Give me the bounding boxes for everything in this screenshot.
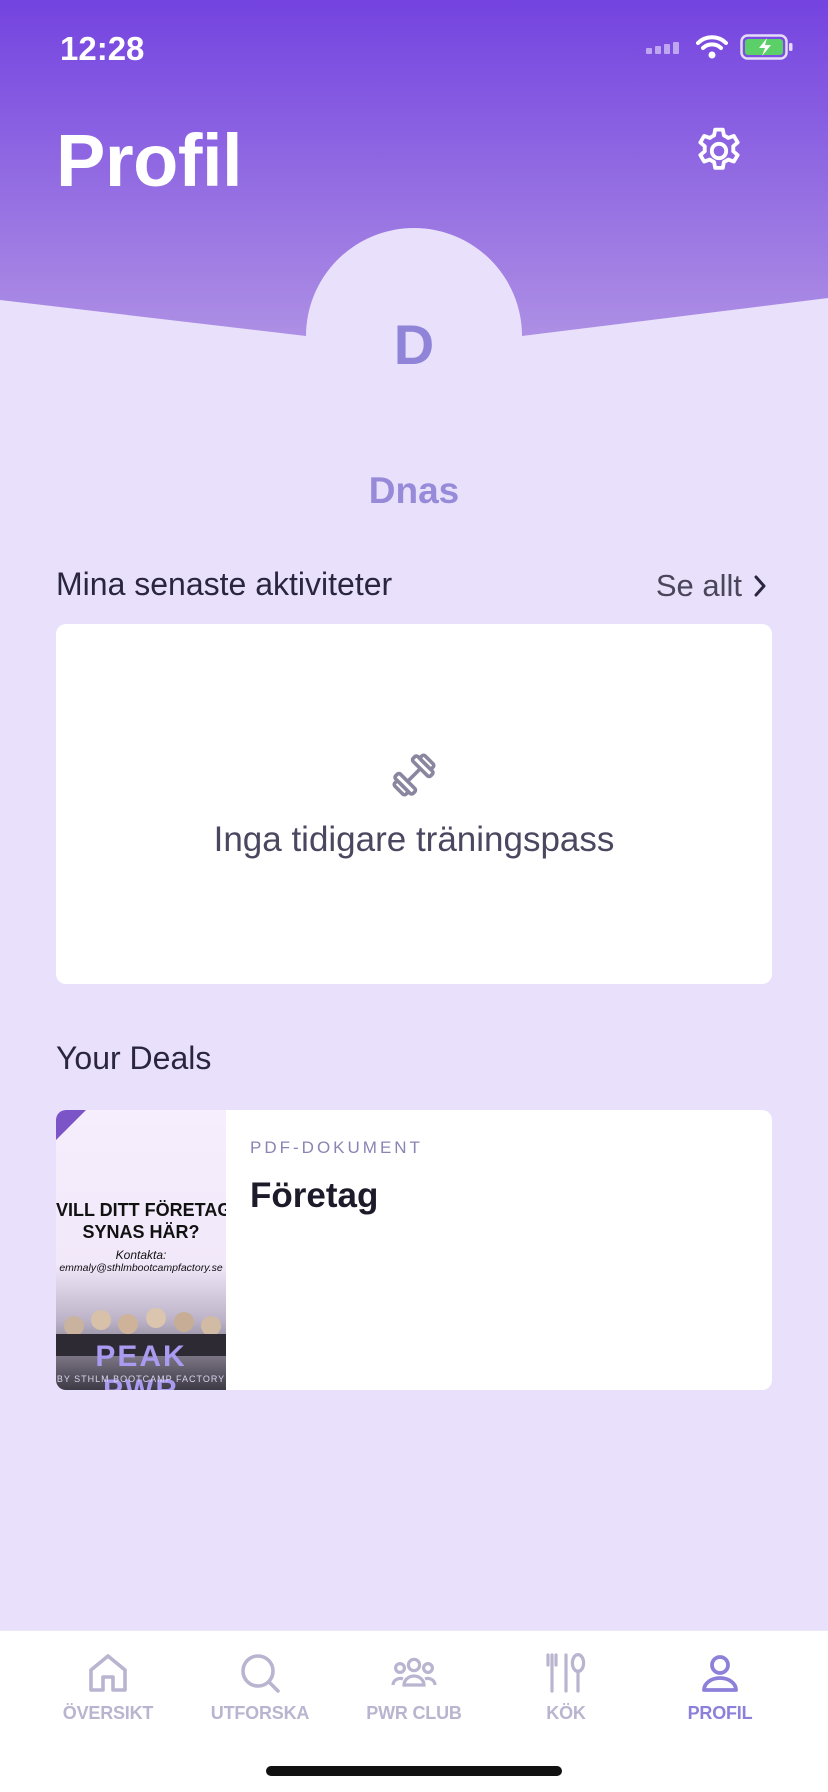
- battery-icon: [740, 34, 793, 60]
- deals-title: Your Deals: [56, 1040, 212, 1076]
- tab-label: PWR CLUB: [366, 1703, 462, 1723]
- thumbnail-brand-sub: BY STHLM BOOTCAMP FACTORY: [56, 1374, 226, 1384]
- wifi-icon: [696, 35, 728, 59]
- profile-header: 12:28 Profil: [0, 0, 828, 360]
- activities-title: Mina senaste aktiviteter: [56, 566, 393, 602]
- deal-title: Företag: [250, 1176, 379, 1215]
- signal-icon: [646, 42, 679, 54]
- tab-oversikt[interactable]: ÖVERSIKT: [38, 1649, 178, 1739]
- thumbnail-contact-email: emmaly@sthlmbootcampfactory.se: [59, 1262, 223, 1274]
- home-icon: [89, 1654, 127, 1692]
- settings-button[interactable]: [688, 120, 750, 182]
- tab-label: KÖK: [546, 1703, 586, 1723]
- empty-activities-text: Inga tidigare träningspass: [213, 820, 615, 859]
- username: Dnas: [368, 470, 460, 511]
- status-time: 12:28: [60, 30, 145, 67]
- tab-kok[interactable]: KÖK: [496, 1649, 636, 1739]
- thumbnail-corner-ribbon: [56, 1110, 86, 1140]
- activities-empty-card: Inga tidigare träningspass: [56, 624, 772, 984]
- deal-card[interactable]: VILL DITT FÖRETAG SYNAS HÄR? Kontakta: e…: [56, 1110, 772, 1390]
- dumbbell-icon: [392, 753, 436, 797]
- thumbnail-headline: VILL DITT FÖRETAG: [56, 1200, 226, 1220]
- tab-profil[interactable]: PROFIL: [650, 1649, 790, 1739]
- status-icons: [646, 34, 794, 60]
- see-all-link[interactable]: Se allt: [656, 568, 768, 604]
- home-indicator: [266, 1766, 562, 1776]
- deal-type-label: PDF-DOKUMENT: [250, 1138, 423, 1157]
- utensils-icon: [546, 1653, 586, 1693]
- thumbnail-contact-label: Kontakta:: [115, 1248, 167, 1262]
- tab-label: UTFORSKA: [210, 1703, 310, 1723]
- tab-label: ÖVERSIKT: [62, 1703, 154, 1723]
- person-icon: [702, 1655, 738, 1692]
- tab-label: PROFIL: [687, 1703, 753, 1723]
- thumbnail-headline-2: SYNAS HÄR?: [82, 1222, 200, 1242]
- tab-utforska[interactable]: UTFORSKA: [190, 1649, 330, 1739]
- deal-thumbnail: VILL DITT FÖRETAG SYNAS HÄR? Kontakta: e…: [56, 1110, 226, 1390]
- chevron-right-icon: [754, 575, 766, 597]
- avatar[interactable]: D: [364, 312, 464, 377]
- deal-info: PDF-DOKUMENT Företag: [226, 1110, 447, 1390]
- group-icon: [391, 1657, 437, 1687]
- see-all-label: Se allt: [655, 568, 742, 603]
- search-icon: [241, 1654, 280, 1693]
- page-title: Profil: [56, 119, 243, 202]
- tab-pwr-club[interactable]: PWR CLUB: [344, 1649, 484, 1739]
- gear-icon: [698, 127, 740, 170]
